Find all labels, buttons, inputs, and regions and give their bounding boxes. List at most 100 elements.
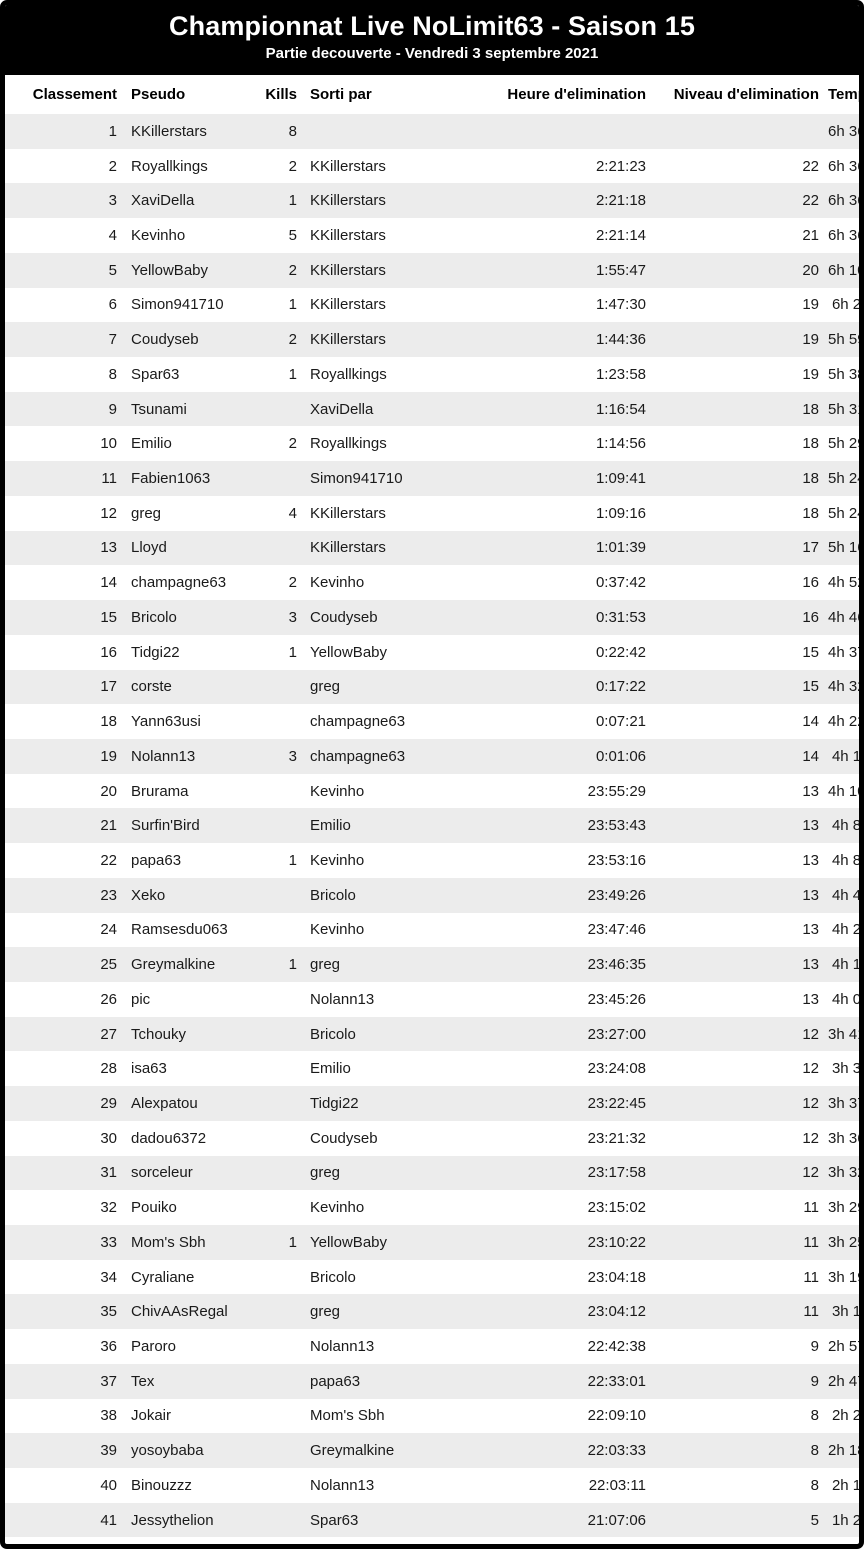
table-row[interactable]: 34Cyraliane Bricolo23:04:18113h 19m 15s [5,1259,859,1295]
cell-kills [251,1155,301,1191]
table-row[interactable]: 32Pouiko Kevinho23:15:02113h 29m 59s [5,1190,859,1225]
table-row[interactable]: 16Tidgi221YellowBaby0:22:42154h 37m 39s [5,634,859,670]
cell-sorti-par: KKillerstars [301,495,478,531]
table-row[interactable]: 7Coudyseb2KKillerstars1:44:36195h 59m 33… [5,322,859,358]
cell-classement: 29 [5,1086,121,1121]
cell-heure-elimination: 0:22:42 [478,634,653,670]
cell-kills: 2 [251,148,301,184]
cell-pseudo: sorceleur [121,1155,251,1191]
table-row[interactable]: 36Paroro Nolann1322:42:3892h 57m 35s [5,1329,859,1364]
cell-heure-elimination: 22:33:01 [478,1363,653,1399]
table-row[interactable]: 39yosoybaba Greymalkine22:03:3382h 18m 30… [5,1433,859,1469]
column-header-heure-elimination[interactable]: Heure d'elimination [478,75,653,114]
cell-sorti-par: Nolann13 [301,1468,478,1503]
table-row[interactable]: 28isa63 Emilio23:24:08123h 39m 5s [5,1051,859,1087]
cell-temps-de-jeu: 3h 32m 55s [828,1155,859,1191]
column-header-kills[interactable]: Kills [251,75,301,114]
table-row[interactable]: 37Tex papa6322:33:0192h 47m 58s [5,1363,859,1399]
cell-pseudo: dadou6372 [121,1120,251,1156]
cell-niveau-elimination: 12 [653,1016,828,1052]
cell-temps-de-jeu: 6h 36m 20s [828,148,859,184]
cell-classement: 8 [5,357,121,392]
cell-pseudo: Simon941710 [121,287,251,323]
cell-temps-de-jeu: 4h 1m 32s [828,947,859,982]
column-header-sorti-par[interactable]: Sorti par [301,75,478,114]
column-header-pseudo[interactable]: Pseudo [121,75,251,114]
cell-sorti-par: KKillerstars [301,252,478,288]
cell-heure-elimination: 23:53:16 [478,843,653,878]
column-header-temps-de-jeu[interactable]: Temps de jeu [828,75,859,114]
cell-heure-elimination: 1:23:58 [478,357,653,392]
table-row[interactable]: 25Greymalkine1greg23:46:35134h 1m 32s [5,947,859,982]
table-row[interactable]: 20Brurama Kevinho23:55:29134h 10m 26s [5,773,859,809]
cell-kills [251,530,301,566]
cell-sorti-par: XaviDella [301,391,478,427]
cell-heure-elimination: 23:04:18 [478,1259,653,1295]
cell-heure-elimination: 0:01:06 [478,738,653,774]
table-row[interactable]: 4Kevinho5KKillerstars2:21:14216h 36m 11s [5,218,859,253]
cell-temps-de-jeu: 4h 2m 43s [828,912,859,948]
cell-sorti-par: champagne63 [301,704,478,739]
table-row[interactable]: 27Tchouky Bricolo23:27:00123h 41m 57s [5,1016,859,1052]
table-row[interactable]: 5YellowBaby2KKillerstars1:55:47206h 10m … [5,252,859,288]
cell-sorti-par: Emilio [301,808,478,844]
cell-classement: 22 [5,843,121,878]
table-row[interactable]: 14champagne632Kevinho0:37:42164h 52m 39s [5,565,859,601]
table-row[interactable]: 10Emilio2Royallkings1:14:56185h 29m 53s [5,426,859,462]
table-row[interactable]: 31sorceleur greg23:17:58123h 32m 55s [5,1155,859,1191]
table-row[interactable]: 40Binouzzz Nolann1322:03:1182h 18m 8s [5,1468,859,1503]
table-row[interactable]: 24Ramsesdu063 Kevinho23:47:46134h 2m 43s [5,912,859,948]
cell-classement: 7 [5,322,121,358]
cell-sorti-par: greg [301,947,478,982]
cell-temps-de-jeu: 5h 31m 51s [828,391,859,427]
table-row[interactable]: 21Surfin'Bird Emilio23:53:43134h 8m 40s [5,808,859,844]
table-row[interactable]: 29Alexpatou Tidgi2223:22:45123h 37m 42s [5,1086,859,1121]
table-row[interactable]: 30dadou6372 Coudyseb23:21:32123h 36m 29s [5,1120,859,1156]
cell-pseudo: KKillerstars [121,114,251,149]
cell-kills: 3 [251,738,301,774]
cell-classement: 23 [5,877,121,913]
table-row[interactable]: 13Lloyd KKillerstars1:01:39175h 16m 36s [5,530,859,566]
table-row[interactable]: 22papa631Kevinho23:53:16134h 8m 13s [5,843,859,878]
cell-niveau-elimination: 13 [653,843,828,878]
column-header-niveau-elimination[interactable]: Niveau d'elimination [653,75,828,114]
table-row[interactable]: 23Xeko Bricolo23:49:26134h 4m 23s [5,877,859,913]
table-row[interactable]: 2Royallkings2KKillerstars2:21:23226h 36m… [5,148,859,184]
table-row[interactable]: 26pic Nolann1323:45:26134h 0m 23s [5,981,859,1017]
table-row[interactable]: 3XaviDella1KKillerstars2:21:18226h 36m 1… [5,183,859,219]
cell-kills [251,877,301,913]
cell-temps-de-jeu: 2h 24m 7s [828,1398,859,1434]
table-row[interactable]: 6Simon9417101KKillerstars1:47:30196h 2m … [5,287,859,323]
cell-heure-elimination: 22:09:10 [478,1398,653,1434]
page-title: Championnat Live NoLimit63 - Saison 15 [169,11,695,41]
table-row[interactable]: 12greg4KKillerstars1:09:16185h 24m 13s [5,495,859,531]
table-row[interactable]: 8Spar631Royallkings1:23:58195h 38m 55s [5,357,859,392]
table-row[interactable]: 35ChivAAsRegal greg23:04:12113h 19m 9s [5,1294,859,1330]
cell-pseudo: Nolann13 [121,738,251,774]
table-row[interactable]: 19Nolann133champagne630:01:06144h 16m 3s [5,738,859,774]
cell-sorti-par: Coudyseb [301,600,478,635]
cell-temps-de-jeu: 3h 29m 59s [828,1190,859,1225]
standings-table: Classement Pseudo Kills Sorti par Heure … [5,75,859,1538]
cell-temps-de-jeu: 5h 38m 55s [828,357,859,392]
table-row[interactable]: 41Jessythelion Spar6321:07:0651h 22m 3s [5,1502,859,1538]
table-row[interactable]: 15Bricolo3Coudyseb0:31:53164h 46m 50s [5,600,859,635]
cell-niveau-elimination: 8 [653,1398,828,1434]
cell-temps-de-jeu: 6h 10m 44s [828,252,859,288]
cell-heure-elimination: 1:14:56 [478,426,653,462]
table-row[interactable]: 17corste greg0:17:22154h 32m 19s [5,669,859,705]
table-row[interactable]: 9Tsunami XaviDella1:16:54185h 31m 51s [5,391,859,427]
cell-classement: 39 [5,1433,121,1469]
cell-heure-elimination: 23:47:46 [478,912,653,948]
table-row[interactable]: 18Yann63usi champagne630:07:21144h 22m 18… [5,704,859,739]
cell-kills: 2 [251,426,301,462]
table-row[interactable]: 38Jokair Mom's Sbh22:09:1082h 24m 7s [5,1398,859,1434]
cell-temps-de-jeu: 4h 46m 50s [828,600,859,635]
cell-temps-de-jeu: 5h 29m 53s [828,426,859,462]
table-row[interactable]: 33Mom's Sbh1YellowBaby23:10:22113h 25m 1… [5,1225,859,1260]
table-row[interactable]: 11Fabien1063 Simon9417101:09:41185h 24m 3… [5,461,859,496]
table-row[interactable]: 1KKillerstars8 6h 36m 20s [5,114,859,149]
cell-kills [251,1329,301,1364]
column-header-classement[interactable]: Classement [5,75,121,114]
cell-kills [251,1051,301,1087]
